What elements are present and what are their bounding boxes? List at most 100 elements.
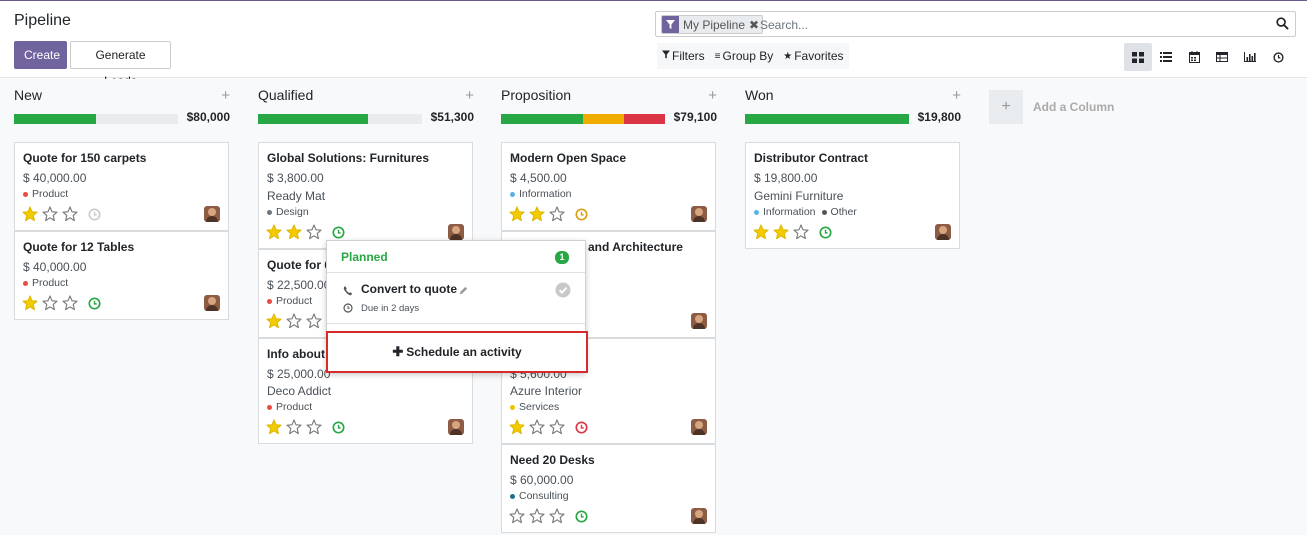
search-icon[interactable] [1276, 17, 1289, 33]
card-title: and Architecture [588, 240, 683, 254]
star-empty-icon[interactable] [529, 508, 545, 524]
star-empty-icon[interactable] [62, 206, 78, 222]
avatar[interactable] [204, 295, 220, 311]
avatar[interactable] [691, 206, 707, 222]
search-options: Filters ≡ Group By ★ Favorites [657, 43, 849, 69]
star-empty-icon[interactable] [286, 313, 302, 329]
star-filled-icon[interactable] [773, 224, 789, 240]
kanban-card[interactable]: Distributor Contract $ 19,800.00 Gemini … [745, 142, 960, 249]
activity-clock-icon[interactable] [88, 296, 101, 310]
tag-label: Information [763, 206, 816, 218]
column-title[interactable]: New [14, 87, 42, 103]
column-title[interactable]: Won [745, 87, 774, 103]
search-input[interactable] [760, 15, 1260, 34]
progress-segment[interactable] [583, 114, 624, 124]
kanban-view-button[interactable] [1124, 43, 1152, 71]
star-filled-icon[interactable] [529, 206, 545, 222]
progress-segment[interactable] [745, 114, 909, 124]
avatar[interactable] [691, 419, 707, 435]
add-column-button[interactable]: + Add a Column [989, 90, 1114, 124]
create-button[interactable]: Create [14, 41, 67, 69]
filters-dropdown[interactable]: Filters [657, 43, 710, 69]
star-filled-icon[interactable] [22, 295, 38, 311]
avatar[interactable] [204, 206, 220, 222]
star-empty-icon[interactable] [286, 419, 302, 435]
tag: Product [267, 401, 312, 413]
kanban-card[interactable]: Quote for 150 carpets $ 40,000.00 Produc… [14, 142, 229, 231]
star-empty-icon[interactable] [549, 508, 565, 524]
progress-segment[interactable] [258, 114, 368, 124]
activity-clock-icon[interactable] [575, 420, 588, 434]
star-empty-icon[interactable] [306, 419, 322, 435]
search-facet[interactable]: My Pipeline ✖ [661, 15, 764, 34]
column-title[interactable]: Proposition [501, 87, 571, 103]
pivot-view-button[interactable] [1208, 43, 1236, 71]
plus-icon[interactable]: + [708, 87, 717, 104]
kanban-card[interactable]: Quote for 12 Tables $ 40,000.00 Product [14, 231, 229, 320]
activity-clock-icon[interactable] [575, 207, 588, 221]
facet-label: My Pipeline [683, 17, 746, 32]
star-empty-icon[interactable] [306, 224, 322, 240]
progress-segment[interactable] [14, 114, 96, 124]
star-filled-icon[interactable] [22, 206, 38, 222]
plus-icon[interactable]: + [465, 87, 474, 104]
tag-color-dot [821, 209, 827, 215]
star-filled-icon[interactable] [266, 224, 282, 240]
star-empty-icon[interactable] [509, 508, 525, 524]
pencil-icon[interactable] [459, 284, 468, 298]
tag: Design [267, 206, 309, 218]
star-filled-icon[interactable] [509, 206, 525, 222]
star-empty-icon[interactable] [549, 206, 565, 222]
star-empty-icon[interactable] [306, 313, 322, 329]
plus-icon[interactable]: + [221, 87, 230, 104]
star-empty-icon[interactable] [529, 419, 545, 435]
card-title: Info about [267, 347, 325, 361]
star-filled-icon[interactable] [509, 419, 525, 435]
avatar[interactable] [448, 419, 464, 435]
column-progress-bar[interactable] [14, 114, 178, 124]
avatar[interactable] [448, 224, 464, 240]
planned-label: Planned [341, 250, 388, 264]
favorites-dropdown[interactable]: ★ Favorites [778, 43, 848, 69]
progress-segment[interactable] [501, 114, 583, 124]
calendar-view-button[interactable] [1180, 43, 1208, 71]
kanban-card[interactable]: Modern Open Space $ 4,500.00 Information [501, 142, 716, 231]
column-progress-bar[interactable] [501, 114, 665, 124]
card-title: Quote for 150 carpets [23, 151, 147, 165]
star-filled-icon[interactable] [266, 419, 282, 435]
schedule-activity-button[interactable]: ✚ Schedule an activity [326, 331, 588, 373]
column-progress-bar[interactable] [258, 114, 422, 124]
activity-title[interactable]: Convert to quote [361, 282, 457, 296]
column-progress-bar[interactable] [745, 114, 909, 124]
avatar[interactable] [935, 224, 951, 240]
tag-label: Information [519, 188, 572, 200]
kanban-card[interactable]: Global Solutions: Furnitures $ 3,800.00 … [258, 142, 473, 249]
activity-clock-icon[interactable] [332, 225, 345, 239]
star-filled-icon[interactable] [753, 224, 769, 240]
plus-icon[interactable]: + [952, 87, 961, 104]
star-empty-icon[interactable] [549, 419, 565, 435]
activity-clock-icon[interactable] [332, 420, 345, 434]
activity-clock-icon[interactable] [88, 207, 101, 221]
star-filled-icon[interactable] [266, 313, 282, 329]
tag-label: Product [276, 401, 313, 413]
groupby-dropdown[interactable]: ≡ Group By [710, 43, 779, 69]
activity-clock-icon[interactable] [819, 225, 832, 239]
progress-segment[interactable] [624, 114, 665, 124]
avatar[interactable] [691, 313, 707, 329]
kanban-card[interactable]: Need 20 Desks $ 60,000.00 Consulting [501, 444, 716, 533]
graph-view-button[interactable] [1236, 43, 1264, 71]
star-empty-icon[interactable] [62, 295, 78, 311]
generate-leads-button[interactable]: Generate Leads [70, 41, 171, 88]
card-tags: Product [23, 277, 74, 289]
list-view-button[interactable] [1152, 43, 1180, 71]
activity-view-button[interactable] [1264, 43, 1292, 71]
column-title[interactable]: Qualified [258, 87, 313, 103]
activity-clock-icon[interactable] [575, 509, 588, 523]
star-empty-icon[interactable] [42, 206, 58, 222]
star-empty-icon[interactable] [793, 224, 809, 240]
avatar[interactable] [691, 508, 707, 524]
check-circle-icon[interactable] [555, 282, 571, 301]
star-filled-icon[interactable] [286, 224, 302, 240]
star-empty-icon[interactable] [42, 295, 58, 311]
